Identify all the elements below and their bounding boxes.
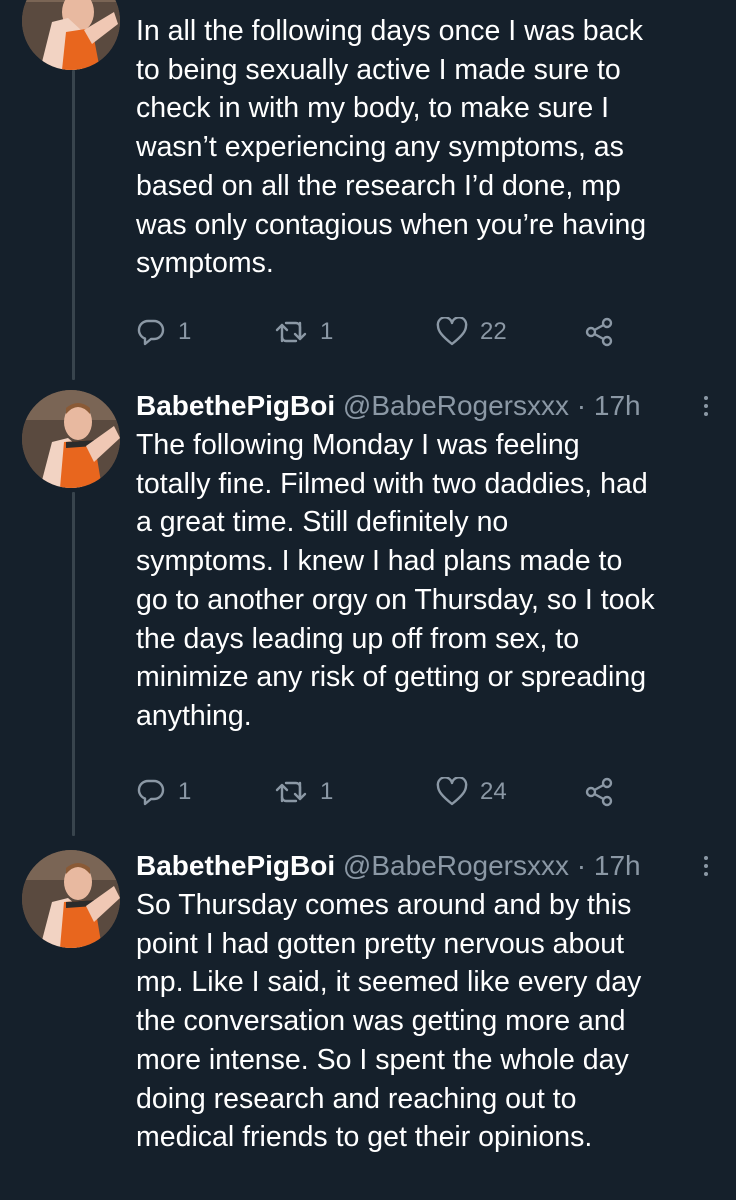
more-icon[interactable]: [692, 846, 720, 886]
tweet-text-line: anything.: [136, 699, 252, 732]
avatar[interactable]: [22, 0, 120, 70]
tweet-actions: 1 1 22: [136, 312, 656, 352]
tweet-text-line: symptoms. I knew I had plans made to: [136, 545, 623, 578]
tweet-text-line: was only contagious when you’re having: [136, 208, 647, 241]
tweet-actions: 1 1 24: [136, 772, 656, 812]
share-icon: [584, 317, 614, 347]
like-button[interactable]: 24: [436, 772, 507, 812]
tweet-text-line: to being sexually active I made sure to: [136, 53, 621, 86]
tweet-text-line: symptoms.: [136, 247, 274, 280]
tweet-timestamp[interactable]: · 17h: [577, 390, 641, 421]
user-handle[interactable]: @BabeRogersxxx: [343, 390, 569, 421]
heart-icon: [436, 777, 468, 807]
tweet-text-line: a great time. Still definitely no: [136, 506, 509, 539]
reply-button[interactable]: 1: [136, 312, 191, 352]
tweet-text-line: the days leading up off from sex, to: [136, 622, 580, 655]
tweet-text-line: point I had gotten pretty nervous about: [136, 927, 625, 960]
tweet-text-line: go to another orgy on Thursday, so I too…: [136, 583, 655, 616]
tweet-text-line: based on all the research I’d done, mp: [136, 169, 621, 202]
like-count: 22: [480, 318, 507, 345]
tweet-text: In all the following days once I was bac…: [136, 12, 710, 283]
tweet-text-line: minimize any risk of getting or spreadin…: [136, 661, 647, 694]
timeline: In all the following days once I was bac…: [0, 0, 736, 1200]
retweet-count: 1: [320, 318, 334, 345]
tweet-text-line: In all the following days once I was bac…: [136, 15, 643, 47]
tweet-timestamp[interactable]: · 17h: [577, 850, 641, 881]
thread-line: [72, 492, 75, 836]
tweet-text-line: the conversation was getting more and: [136, 1005, 626, 1038]
reply-count: 1: [178, 778, 192, 805]
tweet-header: BabethePigBoi @BabeRogersxxx · 17h: [136, 386, 710, 426]
tweet-text-line: more intense. So I spent the whole day: [136, 1043, 629, 1076]
retweet-icon: [274, 777, 308, 807]
tweet-text-line: mp. Like I said, it seemed like every da…: [136, 966, 642, 999]
tweet-text-line: check in with my body, to make sure I: [136, 92, 610, 125]
tweet-text-line: wasn’t experiencing any symptoms, as: [136, 131, 624, 164]
tweet-text: So Thursday comes around and by this poi…: [136, 886, 710, 1157]
tweet-text-line: totally fine. Filmed with two daddies, h…: [136, 467, 648, 500]
share-button[interactable]: [584, 772, 614, 812]
display-name[interactable]: BabethePigBoi: [136, 850, 335, 881]
tweet-text-line: medical friends to get their opinions.: [136, 1121, 593, 1154]
more-icon[interactable]: [692, 386, 720, 426]
reply-button[interactable]: 1: [136, 772, 191, 812]
retweet-icon: [274, 317, 308, 347]
thread-line: [72, 70, 75, 380]
tweet-header: BabethePigBoi @BabeRogersxxx · 17h: [136, 846, 710, 886]
like-button[interactable]: 22: [436, 312, 507, 352]
tweet-text-line: So Thursday comes around and by this: [136, 889, 632, 921]
like-count: 24: [480, 778, 507, 805]
heart-icon: [436, 317, 468, 347]
user-handle[interactable]: @BabeRogersxxx: [343, 850, 569, 881]
tweet-text: The following Monday I was feeling total…: [136, 426, 710, 736]
reply-icon: [136, 777, 166, 807]
avatar[interactable]: [22, 390, 120, 488]
share-button[interactable]: [584, 312, 614, 352]
retweet-count: 1: [320, 778, 334, 805]
avatar[interactable]: [22, 850, 120, 948]
retweet-button[interactable]: 1: [274, 772, 333, 812]
display-name[interactable]: BabethePigBoi: [136, 390, 335, 421]
retweet-button[interactable]: 1: [274, 312, 333, 352]
reply-icon: [136, 317, 166, 347]
share-icon: [584, 777, 614, 807]
tweet-text-line: doing research and reaching out to: [136, 1082, 577, 1115]
reply-count: 1: [178, 318, 192, 345]
tweet-text-line: The following Monday I was feeling: [136, 429, 580, 461]
